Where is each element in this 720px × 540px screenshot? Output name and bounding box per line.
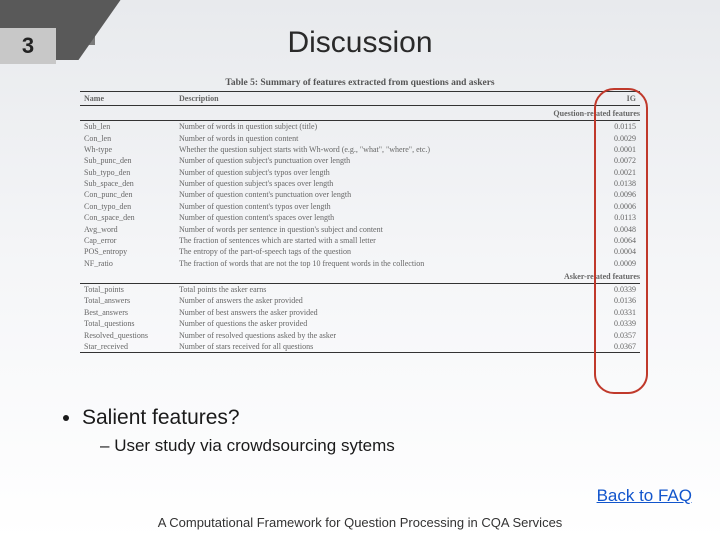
cell-desc: Number of questions the asker provided (175, 318, 590, 329)
footer-text: A Computational Framework for Question P… (0, 515, 720, 530)
cell-ig: 0.0064 (590, 235, 640, 246)
table-row: Sub_space_denNumber of question subject'… (80, 178, 640, 189)
feature-table: Name Description IG Question-related fea… (80, 91, 640, 353)
table-row: Avg_wordNumber of words per sentence in … (80, 223, 640, 234)
cell-desc: Number of answers the asker provided (175, 295, 590, 306)
cell-desc: Number of resolved questions asked by th… (175, 329, 590, 340)
cell-ig: 0.0339 (590, 318, 640, 329)
cell-ig: 0.0138 (590, 178, 640, 189)
cell-name: Con_punc_den (80, 189, 175, 200)
cell-name: Sub_punc_den (80, 155, 175, 166)
table-row: Star_receivedNumber of stars received fo… (80, 341, 640, 353)
feature-table-container: Table 5: Summary of features extracted f… (80, 78, 640, 353)
cell-desc: Number of question content's typos over … (175, 201, 590, 212)
cell-name: Best_answers (80, 307, 175, 318)
cell-ig: 0.0367 (590, 341, 640, 353)
cell-name: Wh-type (80, 144, 175, 155)
cell-name: Cap_error (80, 235, 175, 246)
col-name: Name (80, 92, 175, 106)
cell-desc: Number of question content's spaces over… (175, 212, 590, 223)
slide-title: Discussion (0, 26, 720, 60)
table-row: Con_punc_denNumber of question content's… (80, 189, 640, 200)
cell-name: Total_points (80, 283, 175, 295)
table-caption: Table 5: Summary of features extracted f… (80, 78, 640, 88)
cell-name: Resolved_questions (80, 329, 175, 340)
cell-ig: 0.0004 (590, 246, 640, 257)
cell-ig: 0.0048 (590, 223, 640, 234)
cell-ig: 0.0339 (590, 283, 640, 295)
table-row: Sub_lenNumber of words in question subje… (80, 121, 640, 133)
section-header: Question-related features (80, 106, 640, 121)
cell-name: Con_space_den (80, 212, 175, 223)
cell-name: Total_answers (80, 295, 175, 306)
table-row: Con_lenNumber of words in question conte… (80, 132, 640, 143)
cell-name: NF_ratio (80, 258, 175, 269)
table-row: POS_entropyThe entropy of the part-of-sp… (80, 246, 640, 257)
back-to-faq-link[interactable]: Back to FAQ (597, 486, 692, 506)
table-row: Wh-typeWhether the question subject star… (80, 144, 640, 155)
cell-name: Sub_typo_den (80, 167, 175, 178)
cell-ig: 0.0357 (590, 329, 640, 340)
cell-ig: 0.0009 (590, 258, 640, 269)
cell-ig: 0.0072 (590, 155, 640, 166)
cell-ig: 0.0113 (590, 212, 640, 223)
col-ig: IG (590, 92, 640, 106)
cell-name: POS_entropy (80, 246, 175, 257)
cell-desc: The fraction of words that are not the t… (175, 258, 590, 269)
table-row: Con_typo_denNumber of question content's… (80, 201, 640, 212)
cell-desc: The entropy of the part-of-speech tags o… (175, 246, 590, 257)
cell-name: Con_typo_den (80, 201, 175, 212)
table-row: Cap_errorThe fraction of sentences which… (80, 235, 640, 246)
table-row: Total_pointsTotal points the asker earns… (80, 283, 640, 295)
table-row: NF_ratioThe fraction of words that are n… (80, 258, 640, 269)
cell-name: Sub_len (80, 121, 175, 133)
cell-desc: Number of words in question content (175, 132, 590, 143)
cell-name: Con_len (80, 132, 175, 143)
cell-name: Sub_space_den (80, 178, 175, 189)
section-header: Asker-related features (80, 269, 640, 284)
cell-desc: Whether the question subject starts with… (175, 144, 590, 155)
cell-ig: 0.0029 (590, 132, 640, 143)
cell-ig: 0.0021 (590, 167, 640, 178)
cell-desc: Number of best answers the asker provide… (175, 307, 590, 318)
table-row: Total_answersNumber of answers the asker… (80, 295, 640, 306)
cell-name: Total_questions (80, 318, 175, 329)
cell-desc: Total points the asker earns (175, 283, 590, 295)
cell-ig: 0.0006 (590, 201, 640, 212)
table-row: Resolved_questionsNumber of resolved que… (80, 329, 640, 340)
cell-ig: 0.0001 (590, 144, 640, 155)
col-desc: Description (175, 92, 590, 106)
cell-ig: 0.0096 (590, 189, 640, 200)
table-row: Sub_punc_denNumber of question subject's… (80, 155, 640, 166)
cell-desc: Number of words in question subject (tit… (175, 121, 590, 133)
table-row: Best_answersNumber of best answers the a… (80, 307, 640, 318)
cell-desc: Number of question content's punctuation… (175, 189, 590, 200)
cell-desc: Number of question subject's typos over … (175, 167, 590, 178)
cell-desc: Number of question subject's spaces over… (175, 178, 590, 189)
cell-desc: Number of stars received for all questio… (175, 341, 590, 353)
bullet-list: Salient features? User study via crowdso… (60, 406, 395, 456)
cell-desc: The fraction of sentences which are star… (175, 235, 590, 246)
cell-ig: 0.0136 (590, 295, 640, 306)
cell-name: Star_received (80, 341, 175, 353)
cell-desc: Number of question subject's punctuation… (175, 155, 590, 166)
table-row: Con_space_denNumber of question content'… (80, 212, 640, 223)
table-row: Total_questionsNumber of questions the a… (80, 318, 640, 329)
table-row: Sub_typo_denNumber of question subject's… (80, 167, 640, 178)
cell-ig: 0.0331 (590, 307, 640, 318)
cell-desc: Number of words per sentence in question… (175, 223, 590, 234)
cell-name: Avg_word (80, 223, 175, 234)
cell-ig: 0.0115 (590, 121, 640, 133)
bullet-sub: User study via crowdsourcing sytems (100, 436, 395, 456)
bullet-main: Salient features? (82, 406, 395, 430)
